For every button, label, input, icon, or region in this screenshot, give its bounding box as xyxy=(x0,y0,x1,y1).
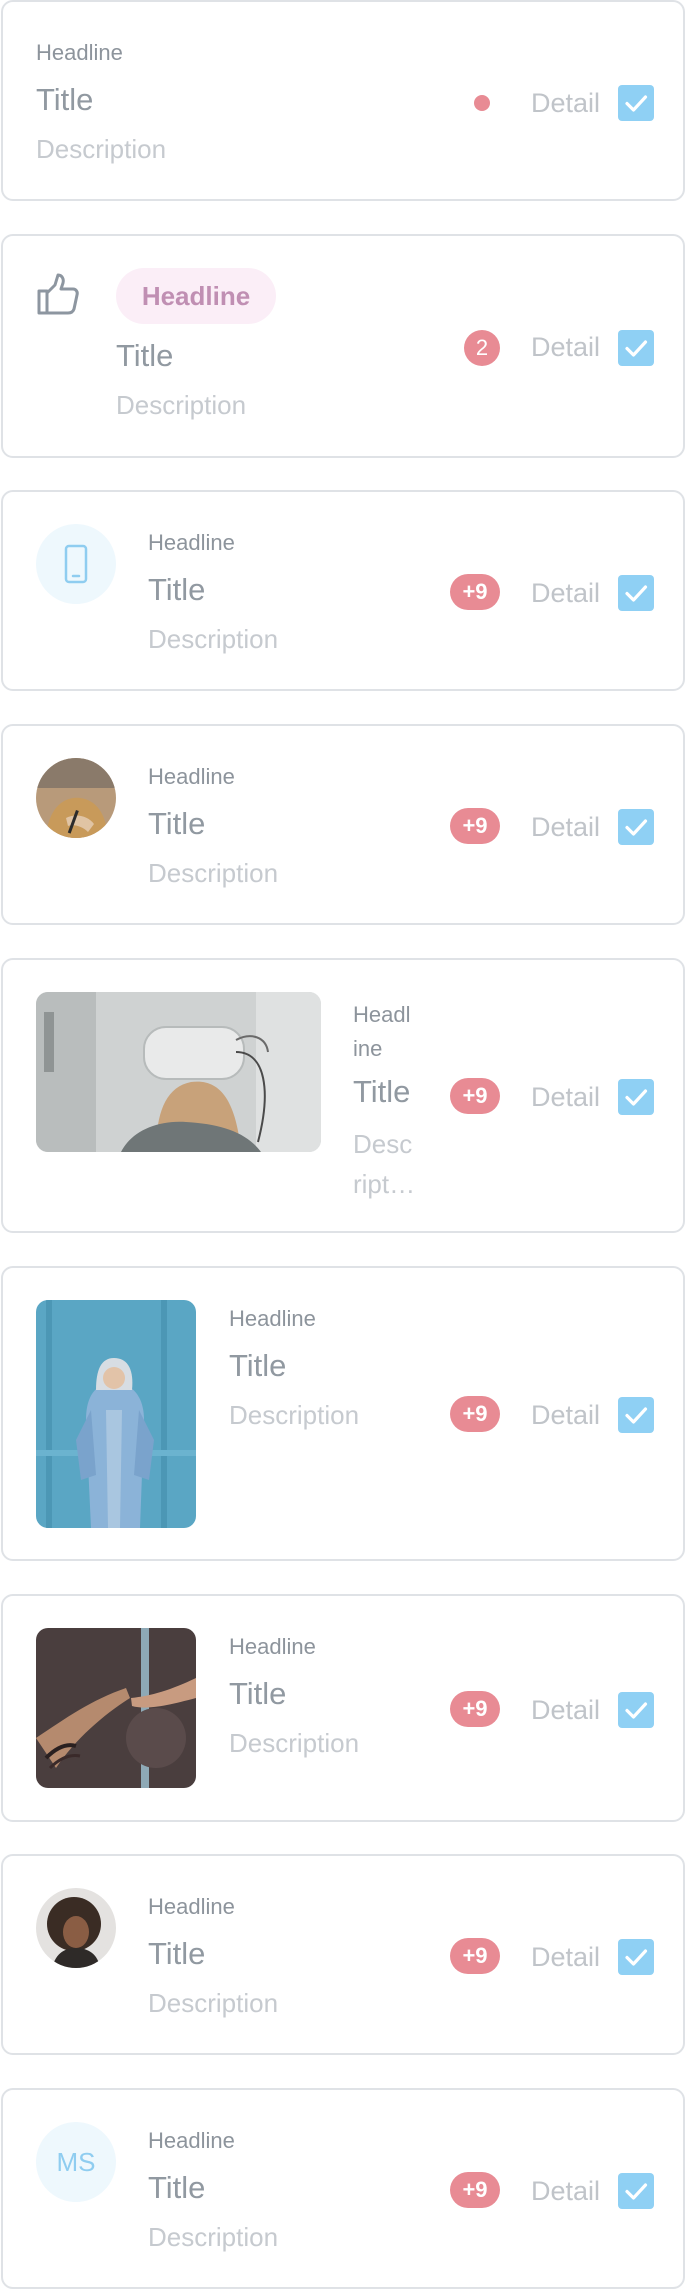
card-detail: Detail xyxy=(531,578,601,608)
check-icon xyxy=(625,340,648,357)
list-card[interactable]: Headline Title Description Detail xyxy=(1,0,685,201)
card-description-line: ript… xyxy=(353,1169,416,1199)
card-headline: Headline xyxy=(148,764,235,789)
count-badge: +9 xyxy=(450,2172,500,2208)
card-description: Description xyxy=(229,1728,360,1758)
person-photo xyxy=(36,1888,116,1968)
list-card[interactable]: Headline Title Description 2 Detail xyxy=(1,234,685,458)
card-checkbox[interactable] xyxy=(618,1397,654,1433)
count-badge: +9 xyxy=(450,1938,500,1974)
thumbs-up-icon xyxy=(36,272,80,316)
card-image xyxy=(36,1628,196,1788)
check-icon xyxy=(625,1949,648,1966)
card-checkbox[interactable] xyxy=(618,2173,654,2209)
card-detail: Detail xyxy=(531,1400,601,1430)
card-detail: Detail xyxy=(531,1942,601,1972)
card-description: Description xyxy=(36,134,167,164)
count-badge: +9 xyxy=(450,1078,500,1114)
initials-avatar: MS xyxy=(36,2122,116,2202)
card-title: Title xyxy=(148,2170,206,2205)
card-description: Description xyxy=(148,1988,279,2018)
list-card[interactable]: Headl ine Title Desc ript… +9 Detail xyxy=(1,958,685,1233)
card-title: Title xyxy=(148,806,206,841)
card-detail: Detail xyxy=(531,2176,601,2206)
card-headline: Headline xyxy=(148,1894,235,1919)
card-description: Description xyxy=(229,1400,360,1430)
card-checkbox[interactable] xyxy=(618,1939,654,1975)
avatar xyxy=(36,1888,116,1968)
status-dot xyxy=(474,95,490,111)
card-description-line: Desc xyxy=(353,1129,413,1159)
card-title: Title xyxy=(148,1936,206,1971)
count-badge: +9 xyxy=(450,1396,500,1432)
card-description: Description xyxy=(148,858,279,888)
card-headline: Headline xyxy=(36,40,123,65)
card-title: Title xyxy=(36,82,94,117)
card-description: Description xyxy=(148,2222,279,2252)
list-card[interactable]: Headline Title Description +9 Detail xyxy=(1,1854,685,2055)
check-icon xyxy=(625,2183,648,2200)
card-title: Title xyxy=(148,572,206,607)
card-headline-line: Headl xyxy=(353,1002,411,1027)
hands-photo xyxy=(36,1628,196,1788)
avatar xyxy=(36,524,116,604)
card-image xyxy=(36,992,321,1152)
phone-icon xyxy=(64,544,88,584)
count-badge: 2 xyxy=(464,330,500,366)
card-title: Title xyxy=(229,1348,287,1383)
card-checkbox[interactable] xyxy=(618,85,654,121)
card-title: Title xyxy=(116,338,174,373)
avatar xyxy=(36,758,116,838)
check-icon xyxy=(625,585,648,602)
count-badge: +9 xyxy=(450,1691,500,1727)
card-title: Title xyxy=(353,1074,411,1109)
card-detail: Detail xyxy=(531,88,601,118)
card-title: Title xyxy=(229,1676,287,1711)
list-card[interactable]: Headline Title Description +9 Detail xyxy=(1,490,685,691)
card-headline: Headl ine xyxy=(353,998,413,1066)
check-icon xyxy=(625,819,648,836)
count-badge: +9 xyxy=(450,574,500,610)
card-detail: Detail xyxy=(531,812,601,842)
person-photo xyxy=(36,758,116,838)
headline-chip: Headline xyxy=(116,268,276,324)
card-checkbox[interactable] xyxy=(618,575,654,611)
card-checkbox[interactable] xyxy=(618,1079,654,1115)
count-badge: +9 xyxy=(450,808,500,844)
card-detail: Detail xyxy=(531,1082,601,1112)
card-checkbox[interactable] xyxy=(618,330,654,366)
card-headline-line: ine xyxy=(353,1036,383,1061)
list-card[interactable]: Headline Title Description +9 Detail xyxy=(1,1594,685,1822)
card-headline: Headline xyxy=(148,2128,235,2153)
hoodie-person-photo xyxy=(36,1300,196,1528)
card-detail: Detail xyxy=(531,1695,601,1725)
check-icon xyxy=(625,1702,648,1719)
card-checkbox[interactable] xyxy=(618,809,654,845)
list-card[interactable]: Headline Title Description +9 Detail xyxy=(1,1266,685,1561)
list-card[interactable]: MS Headline Title Description +9 Detail xyxy=(1,2088,685,2289)
card-headline: Headline xyxy=(229,1306,316,1331)
card-description: Description xyxy=(116,390,247,420)
check-icon xyxy=(625,1407,648,1424)
vr-headset-photo xyxy=(36,992,321,1152)
card-image xyxy=(36,1300,196,1528)
card-checkbox[interactable] xyxy=(618,1692,654,1728)
card-headline: Headline xyxy=(229,1634,316,1659)
card-detail: Detail xyxy=(531,332,601,362)
list-card[interactable]: Headline Title Description +9 Detail xyxy=(1,724,685,925)
card-description: Desc ript… xyxy=(353,1124,423,1204)
card-headline: Headline xyxy=(148,530,235,555)
check-icon xyxy=(625,1089,648,1106)
card-description: Description xyxy=(148,624,279,654)
check-icon xyxy=(625,95,648,112)
